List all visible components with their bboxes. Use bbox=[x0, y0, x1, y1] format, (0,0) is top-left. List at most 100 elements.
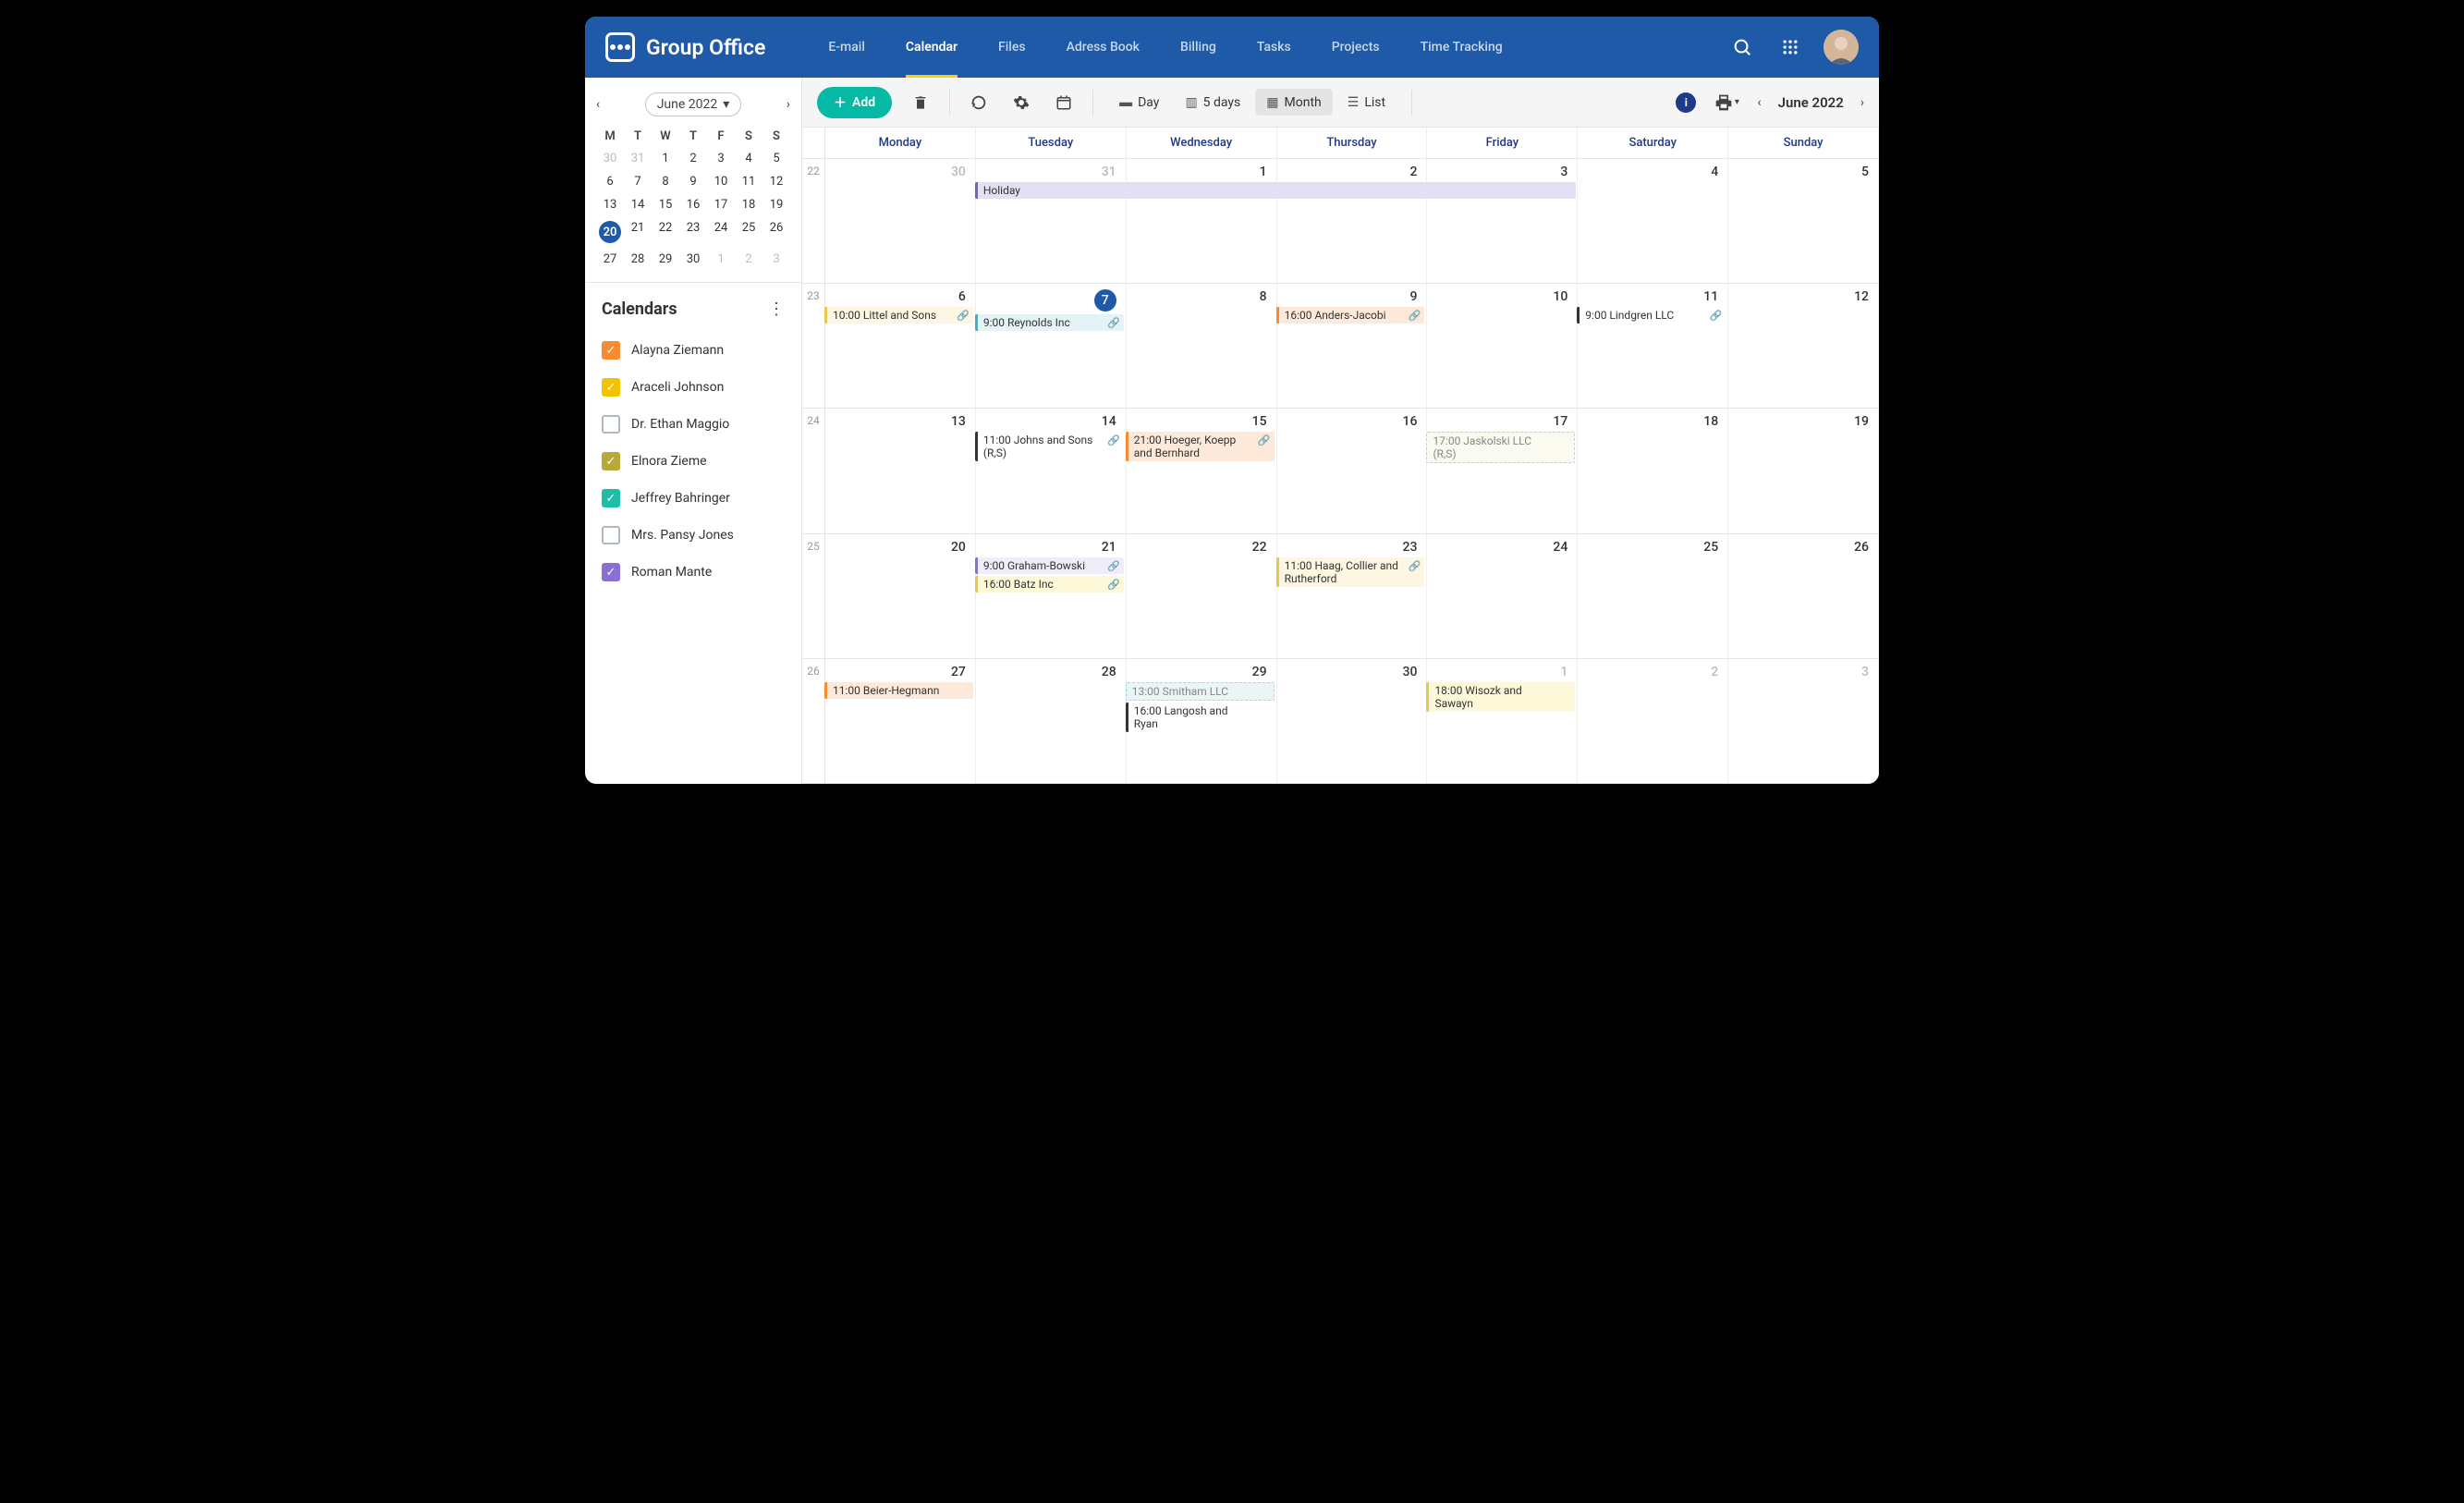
mini-day[interactable]: 11 bbox=[735, 170, 762, 193]
mini-day[interactable]: 20 bbox=[596, 216, 624, 248]
mini-day[interactable]: 9 bbox=[679, 170, 707, 193]
event[interactable]: Holiday bbox=[975, 182, 1576, 199]
refresh-icon[interactable] bbox=[965, 89, 993, 116]
event[interactable]: 11:00 Johns and Sons (R,S)🔗 bbox=[975, 432, 1124, 461]
day-cell[interactable]: 3 bbox=[1427, 159, 1578, 283]
calendar-item[interactable]: Mrs. Pansy Jones bbox=[602, 517, 785, 554]
mini-day[interactable]: 13 bbox=[596, 193, 624, 216]
event[interactable]: 13:00 Smitham LLC bbox=[1126, 682, 1275, 701]
day-cell[interactable]: 1521:00 Hoeger, Koepp and Bernhard🔗 bbox=[1127, 409, 1277, 532]
mini-day[interactable]: 10 bbox=[707, 170, 735, 193]
calendar-item[interactable]: ✓Roman Mante bbox=[602, 554, 785, 591]
nav-e-mail[interactable]: E-mail bbox=[808, 17, 885, 78]
view-5-days[interactable]: ▥5 days bbox=[1174, 89, 1251, 116]
mini-day[interactable]: 3 bbox=[762, 248, 790, 271]
day-cell[interactable]: 219:00 Graham-Bowski🔗16:00 Batz Inc🔗 bbox=[976, 534, 1127, 658]
nav-projects[interactable]: Projects bbox=[1311, 17, 1400, 78]
mini-day[interactable]: 30 bbox=[596, 147, 624, 170]
apps-icon[interactable] bbox=[1775, 32, 1805, 62]
view-day[interactable]: ▬Day bbox=[1108, 89, 1170, 116]
day-cell[interactable]: 118:00 Wisozk and Sawayn bbox=[1427, 659, 1578, 783]
day-cell[interactable]: 3 bbox=[1728, 659, 1879, 783]
mini-day[interactable]: 25 bbox=[735, 216, 762, 248]
mini-day[interactable]: 31 bbox=[624, 147, 652, 170]
event[interactable]: 18:00 Wisozk and Sawayn bbox=[1426, 682, 1575, 712]
event[interactable]: 11:00 Haag, Collier and Rutherford🔗 bbox=[1276, 557, 1425, 587]
day-cell[interactable]: 1411:00 Johns and Sons (R,S)🔗 bbox=[976, 409, 1127, 532]
mini-day[interactable]: 18 bbox=[735, 193, 762, 216]
mini-month-button[interactable]: June 2022 ▾ bbox=[645, 92, 742, 116]
settings-icon[interactable] bbox=[1007, 89, 1035, 116]
calendar-item[interactable]: Dr. Ethan Maggio bbox=[602, 406, 785, 443]
day-cell[interactable]: 13 bbox=[825, 409, 976, 532]
print-icon[interactable]: ▾ bbox=[1713, 89, 1740, 116]
day-cell[interactable]: 2311:00 Haag, Collier and Rutherford🔗 bbox=[1277, 534, 1428, 658]
mini-day[interactable]: 12 bbox=[762, 170, 790, 193]
view-list[interactable]: ☰List bbox=[1336, 89, 1397, 116]
mini-day[interactable]: 3 bbox=[707, 147, 735, 170]
day-cell[interactable]: 1 bbox=[1127, 159, 1277, 283]
nav-files[interactable]: Files bbox=[978, 17, 1046, 78]
day-cell[interactable]: 30 bbox=[1277, 659, 1428, 783]
nav-adress-book[interactable]: Adress Book bbox=[1046, 17, 1160, 78]
event[interactable]: 21:00 Hoeger, Koepp and Bernhard🔗 bbox=[1126, 432, 1275, 461]
day-cell[interactable]: 1717:00 Jaskolski LLC (R,S) bbox=[1427, 409, 1578, 532]
day-cell[interactable]: 19 bbox=[1728, 409, 1879, 532]
day-cell[interactable]: 10 bbox=[1427, 284, 1578, 408]
checkbox-icon[interactable] bbox=[602, 415, 620, 434]
calendar-item[interactable]: ✓Elnora Zieme bbox=[602, 443, 785, 480]
mini-day[interactable]: 2 bbox=[679, 147, 707, 170]
nav-billing[interactable]: Billing bbox=[1160, 17, 1237, 78]
nav-calendar[interactable]: Calendar bbox=[885, 17, 978, 78]
day-cell[interactable]: 8 bbox=[1127, 284, 1277, 408]
day-cell[interactable]: 4 bbox=[1578, 159, 1728, 283]
checkbox-icon[interactable] bbox=[602, 526, 620, 544]
mini-day[interactable]: 29 bbox=[652, 248, 679, 271]
toolbar-prev-icon[interactable]: ‹ bbox=[1757, 95, 1761, 110]
mini-day[interactable]: 4 bbox=[735, 147, 762, 170]
event[interactable]: 9:00 Reynolds Inc🔗 bbox=[975, 314, 1124, 331]
mini-prev-icon[interactable]: ‹ bbox=[596, 97, 600, 112]
day-cell[interactable]: 25 bbox=[1578, 534, 1728, 658]
day-cell[interactable]: 24 bbox=[1427, 534, 1578, 658]
event[interactable]: 16:00 Langosh and Ryan bbox=[1126, 703, 1275, 732]
event[interactable]: 9:00 Graham-Bowski🔗 bbox=[975, 557, 1124, 574]
day-cell[interactable]: 2 bbox=[1277, 159, 1428, 283]
delete-icon[interactable] bbox=[907, 89, 934, 116]
day-cell[interactable]: 119:00 Lindgren LLC🔗 bbox=[1578, 284, 1728, 408]
mini-day[interactable]: 1 bbox=[707, 248, 735, 271]
day-cell[interactable]: 31Holiday bbox=[976, 159, 1127, 283]
mini-day[interactable]: 17 bbox=[707, 193, 735, 216]
mini-day[interactable]: 14 bbox=[624, 193, 652, 216]
search-icon[interactable] bbox=[1727, 32, 1757, 62]
today-icon[interactable] bbox=[1050, 89, 1078, 116]
day-cell[interactable]: 916:00 Anders-Jacobi🔗 bbox=[1277, 284, 1428, 408]
nav-time-tracking[interactable]: Time Tracking bbox=[1400, 17, 1523, 78]
mini-next-icon[interactable]: › bbox=[787, 97, 790, 112]
info-icon[interactable]: i bbox=[1676, 92, 1696, 113]
mini-day[interactable]: 1 bbox=[652, 147, 679, 170]
checkbox-icon[interactable]: ✓ bbox=[602, 489, 620, 507]
mini-day[interactable]: 22 bbox=[652, 216, 679, 248]
event[interactable]: 10:00 Littel and Sons🔗 bbox=[824, 307, 973, 324]
checkbox-icon[interactable]: ✓ bbox=[602, 378, 620, 397]
day-cell[interactable]: 2913:00 Smitham LLC16:00 Langosh and Rya… bbox=[1127, 659, 1277, 783]
mini-day[interactable]: 26 bbox=[762, 216, 790, 248]
mini-day[interactable]: 2 bbox=[735, 248, 762, 271]
day-cell[interactable]: 20 bbox=[825, 534, 976, 658]
mini-day[interactable]: 19 bbox=[762, 193, 790, 216]
day-cell[interactable]: 30 bbox=[825, 159, 976, 283]
avatar[interactable] bbox=[1824, 30, 1859, 65]
day-cell[interactable]: 2 bbox=[1578, 659, 1728, 783]
mini-day[interactable]: 16 bbox=[679, 193, 707, 216]
calendar-item[interactable]: ✓Jeffrey Bahringer bbox=[602, 480, 785, 517]
event[interactable]: 11:00 Beier-Hegmann bbox=[824, 682, 973, 699]
mini-day[interactable]: 30 bbox=[679, 248, 707, 271]
checkbox-icon[interactable]: ✓ bbox=[602, 341, 620, 360]
view-month[interactable]: ▦Month bbox=[1255, 89, 1332, 116]
checkbox-icon[interactable]: ✓ bbox=[602, 563, 620, 581]
nav-tasks[interactable]: Tasks bbox=[1237, 17, 1311, 78]
day-cell[interactable]: 28 bbox=[976, 659, 1127, 783]
event[interactable]: 9:00 Lindgren LLC🔗 bbox=[1577, 307, 1726, 324]
event[interactable]: 16:00 Batz Inc🔗 bbox=[975, 576, 1124, 593]
